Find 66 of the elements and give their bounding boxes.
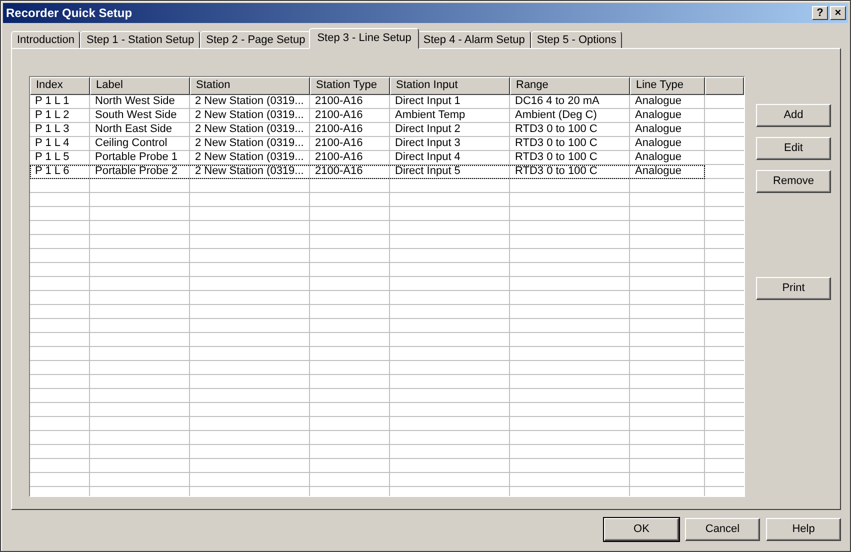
dialog-button[interactable]: OK (604, 518, 679, 541)
table-cell-text: RTD3 0 to 100 C (514, 165, 598, 179)
table-cell-text: North West Side (94, 95, 176, 109)
table-cell-text: 2 New Station (0319... (194, 123, 305, 137)
column-header[interactable]: Line Type (630, 77, 705, 95)
column-header[interactable]: Station Type (310, 77, 390, 95)
table-cell-text: Direct Input 5 (394, 165, 462, 179)
tab[interactable]: Step 5 - Options (530, 31, 622, 49)
table-cell-text: P 1 L 1 (34, 95, 70, 109)
table-cell-text: North East Side (94, 123, 174, 137)
table-cell-text: Portable Probe 1 (94, 151, 179, 165)
action-button[interactable]: Add (756, 104, 831, 127)
table-cell-text: Direct Input 4 (394, 151, 462, 165)
table-cell-text: 2100-A16 (314, 165, 364, 179)
table-cell-text: 2100-A16 (314, 151, 364, 165)
table-cell-text: Ambient Temp (394, 109, 466, 123)
table-cell-text: Direct Input 2 (394, 123, 462, 137)
table-cell-text: 2100-A16 (314, 95, 364, 109)
action-button[interactable]: Edit (756, 137, 831, 160)
table-cell-text: Analogue (634, 109, 682, 123)
table-cell-text: P 1 L 3 (34, 123, 70, 137)
table-cell-text: 2100-A16 (314, 137, 364, 151)
table-cell-text: 2100-A16 (314, 109, 364, 123)
table-cell-text: Analogue (634, 123, 682, 137)
table-cell-text: Ambient (Deg C) (514, 109, 598, 123)
tab[interactable]: Step 4 - Alarm Setup (417, 31, 531, 49)
table-cell-text: 2 New Station (0319... (194, 95, 305, 109)
table-cell-text: Analogue (634, 165, 682, 179)
dialog-button[interactable]: Cancel (685, 518, 760, 541)
table-cell-text: Portable Probe 2 (94, 165, 179, 179)
help-button[interactable]: ? (812, 6, 828, 20)
tab[interactable]: Step 1 - Station Setup (80, 31, 200, 49)
table-cell-text: Analogue (634, 95, 682, 109)
tab[interactable]: Step 3 - Line Setup (309, 28, 420, 49)
column-header[interactable]: Station (190, 77, 310, 95)
tab[interactable]: Step 2 - Page Setup (200, 31, 312, 49)
table-cell-text: Ceiling Control (94, 137, 168, 151)
table-cell-text: 2 New Station (0319... (194, 109, 305, 123)
column-header[interactable]: Index (30, 77, 90, 95)
table-cell-text: P 1 L 2 (34, 109, 70, 123)
table-cell-text: 2 New Station (0319... (194, 165, 305, 179)
table-cell-text: South West Side (94, 109, 178, 123)
dialog-button[interactable]: Help (766, 518, 841, 541)
print-button[interactable]: Print (756, 277, 831, 300)
table-cell-text: P 1 L 6 (34, 165, 70, 179)
table-cell-text: Analogue (634, 137, 682, 151)
table-cell-text: 2 New Station (0319... (194, 137, 305, 151)
action-button[interactable]: Remove (756, 170, 831, 193)
table-cell-text: P 1 L 4 (34, 137, 70, 151)
close-button[interactable]: × (830, 6, 846, 20)
table-cell-text: 2 New Station (0319... (194, 151, 305, 165)
window-title: Recorder Quick Setup (6, 5, 134, 22)
table-cell-text: DC16 4 to 20 mA (514, 95, 600, 109)
table-cell-text: Direct Input 3 (394, 137, 462, 151)
table-cell-text: P 1 L 5 (34, 151, 70, 165)
column-header[interactable]: Station Input (390, 77, 510, 95)
table-cell-text: Analogue (634, 151, 682, 165)
focused-row[interactable]: P 1 L 6 Portable Probe 2 2 New Station (0319... 2100-A16 Direct Input 5 RTD3 0 to 100 C Analogue (30, 165, 705, 179)
table-cell-text: Direct Input 1 (394, 95, 462, 109)
column-header[interactable]: Label (90, 77, 190, 95)
table-cell-text: RTD3 0 to 100 C (514, 137, 598, 151)
table-cell-text: RTD3 0 to 100 C (514, 151, 598, 165)
tab[interactable]: Introduction (11, 31, 80, 49)
column-header[interactable]: Range (510, 77, 630, 95)
table-cell-text: RTD3 0 to 100 C (514, 123, 598, 137)
table-cell-text: 2100-A16 (314, 123, 364, 137)
